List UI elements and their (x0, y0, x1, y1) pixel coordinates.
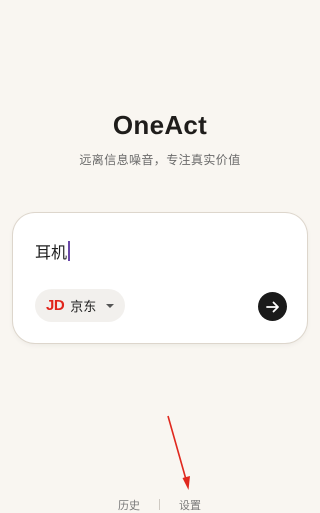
history-link[interactable]: 历史 (118, 497, 140, 513)
settings-link[interactable]: 设置 (179, 497, 201, 513)
annotation-arrow-icon (167, 415, 190, 490)
footer-divider (159, 499, 160, 510)
